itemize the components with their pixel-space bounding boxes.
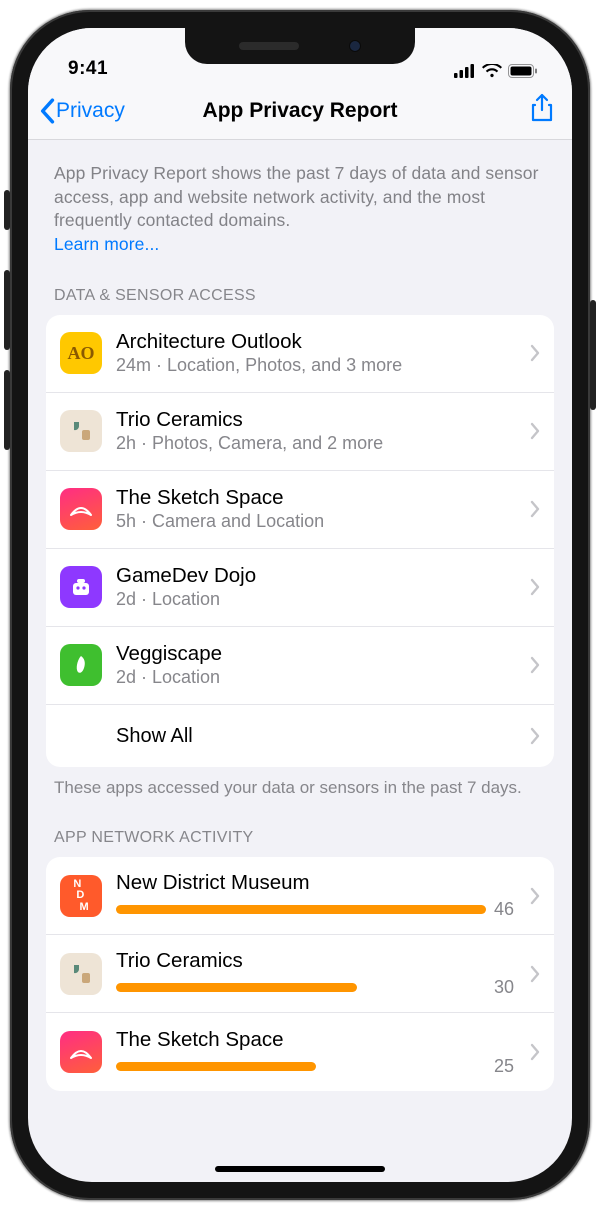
chevron-right-icon — [530, 1043, 540, 1061]
app-name: Veggiscape — [116, 642, 524, 667]
app-icon: AO — [60, 332, 102, 374]
app-row-veggiscape[interactable]: Veggiscape 2d · Location — [46, 627, 554, 705]
chevron-right-icon — [530, 656, 540, 674]
activity-count: 25 — [494, 1056, 524, 1077]
activity-count: 30 — [494, 977, 524, 998]
wifi-icon — [482, 64, 502, 78]
status-icons — [454, 64, 538, 80]
status-time: 9:41 — [68, 58, 108, 80]
app-icon — [60, 410, 102, 452]
home-indicator[interactable] — [215, 1166, 385, 1172]
chevron-right-icon — [530, 578, 540, 596]
app-detail: 5h · Camera and Location — [116, 511, 524, 532]
intro-text: App Privacy Report shows the past 7 days… — [46, 140, 554, 257]
app-icon — [60, 953, 102, 995]
app-name: The Sketch Space — [116, 486, 524, 511]
app-row-gamedev-dojo[interactable]: GameDev Dojo 2d · Location — [46, 549, 554, 627]
network-row-trio-ceramics[interactable]: Trio Ceramics 30 — [46, 935, 554, 1013]
back-label: Privacy — [56, 99, 125, 123]
app-detail: 2d · Location — [116, 667, 524, 688]
app-name: Trio Ceramics — [116, 949, 524, 973]
chevron-right-icon — [530, 965, 540, 983]
app-detail: 2h · Photos, Camera, and 2 more — [116, 433, 524, 454]
share-button[interactable] — [530, 93, 554, 128]
back-button[interactable]: Privacy — [38, 98, 125, 124]
app-name: GameDev Dojo — [116, 564, 524, 589]
cellular-icon — [454, 64, 476, 78]
share-icon — [530, 93, 554, 123]
app-icon: N D M — [60, 875, 102, 917]
app-row-trio-ceramics[interactable]: Trio Ceramics 2h · Photos, Camera, and 2… — [46, 393, 554, 471]
network-row-new-district-museum[interactable]: N D M New District Museum 46 — [46, 857, 554, 935]
chevron-right-icon — [530, 344, 540, 362]
app-name: Trio Ceramics — [116, 408, 524, 433]
app-icon — [60, 1031, 102, 1073]
chevron-right-icon — [530, 727, 540, 745]
activity-bar — [116, 905, 486, 914]
app-detail: 2d · Location — [116, 589, 524, 610]
show-all-button[interactable]: Show All — [46, 705, 554, 767]
app-name: New District Museum — [116, 871, 524, 895]
section-header-data-sensor: Data & Sensor Access — [46, 257, 554, 315]
activity-count: 46 — [494, 899, 524, 920]
chevron-right-icon — [530, 500, 540, 518]
battery-icon — [508, 64, 538, 78]
chevron-left-icon — [38, 98, 56, 124]
network-row-the-sketch-space[interactable]: The Sketch Space 25 — [46, 1013, 554, 1091]
activity-bar — [116, 1062, 486, 1071]
activity-bar — [116, 983, 486, 992]
section-header-network: App Network Activity — [46, 799, 554, 857]
app-row-the-sketch-space[interactable]: The Sketch Space 5h · Camera and Locatio… — [46, 471, 554, 549]
chevron-right-icon — [530, 422, 540, 440]
data-sensor-list: AO Architecture Outlook 24m · Location, … — [46, 315, 554, 767]
chevron-right-icon — [530, 887, 540, 905]
network-activity-list: N D M New District Museum 46 — [46, 857, 554, 1091]
app-name: The Sketch Space — [116, 1028, 524, 1052]
app-icon — [60, 488, 102, 530]
app-detail: 24m · Location, Photos, and 3 more — [116, 355, 524, 376]
app-icon — [60, 644, 102, 686]
app-icon — [60, 566, 102, 608]
app-name: Architecture Outlook — [116, 330, 524, 355]
app-row-architecture-outlook[interactable]: AO Architecture Outlook 24m · Location, … — [46, 315, 554, 393]
learn-more-link[interactable]: Learn more... — [54, 234, 159, 254]
section-footer-data-sensor: These apps accessed your data or sensors… — [46, 767, 554, 800]
nav-bar: Privacy App Privacy Report — [28, 82, 572, 140]
